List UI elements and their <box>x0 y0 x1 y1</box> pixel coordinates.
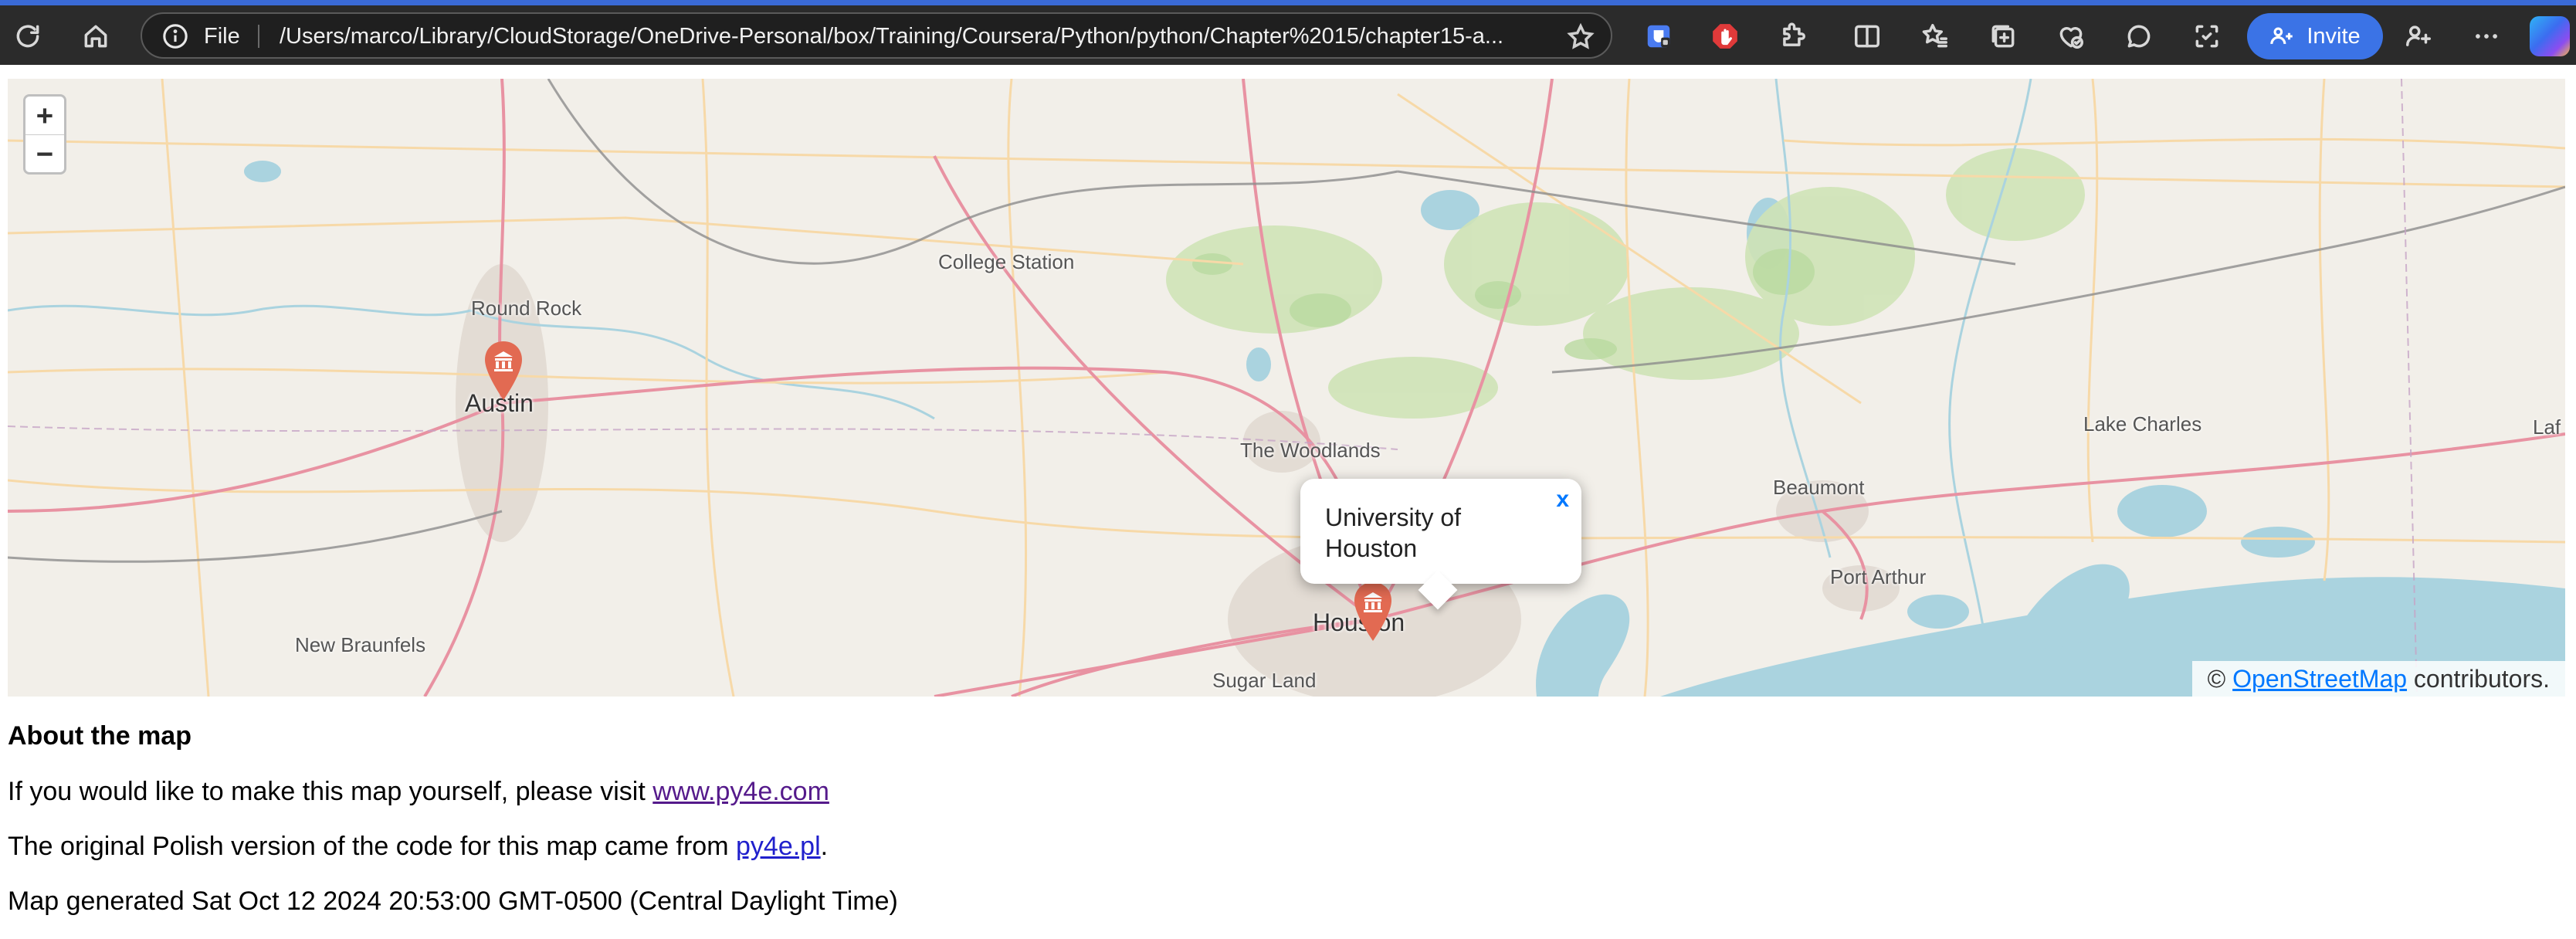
extensions-puzzle-icon[interactable] <box>1771 15 1815 58</box>
collections-icon[interactable] <box>1981 15 2025 58</box>
favorite-star-icon[interactable] <box>1566 22 1595 52</box>
about-line-polish: The original Polish version of the code … <box>8 832 828 862</box>
address-bar[interactable]: File /Users/marco/Library/CloudStorage/O… <box>141 12 1612 59</box>
adblock-extension-icon[interactable] <box>1703 15 1747 58</box>
place-label-laf: Laf <box>2533 415 2561 439</box>
refresh-icon[interactable] <box>6 15 49 58</box>
popup-text: University of Houston <box>1325 503 1462 562</box>
favorites-icon[interactable] <box>1913 15 1957 58</box>
invite-button[interactable]: Invite <box>2247 13 2383 59</box>
map-attribution: © OpenStreetMap contributors. <box>2191 661 2565 697</box>
place-label-the-woodlands: The Woodlands <box>1240 439 1381 462</box>
more-options-icon[interactable] <box>2465 15 2508 58</box>
file-scheme-label: File <box>204 24 240 49</box>
browser-essentials-icon[interactable] <box>2049 15 2093 58</box>
popup-close-button[interactable]: x <box>1556 486 1569 513</box>
py4e-pl-link[interactable]: py4e.pl <box>736 832 821 861</box>
about-line-visit: If you would like to make this map yours… <box>8 777 829 807</box>
screenshot-icon[interactable] <box>2185 15 2229 58</box>
feedback-chat-icon[interactable] <box>2117 15 2161 58</box>
window-accent-strip <box>0 0 2576 5</box>
place-label-beaumont: Beaumont <box>1773 476 1865 499</box>
map-tiles[interactable] <box>8 79 2565 697</box>
home-icon[interactable] <box>74 15 117 58</box>
place-label-lake-charles: Lake Charles <box>2083 412 2202 436</box>
map-generated-text: Map generated Sat Oct 12 2024 20:53:00 G… <box>8 886 898 916</box>
place-label-sugar-land: Sugar Land <box>1212 669 1317 692</box>
marker-popup: University of Houston x <box>1300 479 1581 610</box>
map-view[interactable]: + − College Station Round Rock Austin Th… <box>8 79 2565 697</box>
place-label-new-braunfels: New Braunfels <box>295 633 426 656</box>
password-manager-icon[interactable] <box>1637 15 1680 58</box>
info-icon[interactable] <box>162 23 188 49</box>
place-label-round-rock: Round Rock <box>471 297 582 320</box>
browser-toolbar: File /Users/marco/Library/CloudStorage/O… <box>0 5 2576 65</box>
attribution-suffix: contributors. <box>2413 665 2550 693</box>
split-screen-icon[interactable] <box>1846 15 1889 58</box>
zoom-out-button[interactable]: − <box>25 135 64 173</box>
invite-label: Invite <box>2307 23 2361 49</box>
visit-text: If you would like to make this map yours… <box>8 777 646 806</box>
polish-text: The original Polish version of the code … <box>8 832 729 861</box>
place-label-port-arthur: Port Arthur <box>1830 565 1927 588</box>
copyright-symbol: © <box>2207 665 2226 693</box>
polish-period: . <box>820 832 829 861</box>
about-heading: About the map <box>8 721 192 751</box>
address-separator <box>258 25 259 48</box>
py4e-com-link[interactable]: www.py4e.com <box>652 777 829 806</box>
url-text-container: /Users/marco/Library/CloudStorage/OneDri… <box>280 24 1669 49</box>
zoom-in-button[interactable]: + <box>25 97 64 135</box>
zoom-control: + − <box>23 94 66 175</box>
profile-sync-icon[interactable] <box>2397 15 2440 58</box>
copilot-icon[interactable] <box>2530 16 2570 56</box>
map-marker-university-of-houston[interactable] <box>1351 581 1395 642</box>
place-label-college-station: College Station <box>938 250 1075 273</box>
url-text[interactable]: /Users/marco/Library/CloudStorage/OneDri… <box>280 24 1503 49</box>
map-marker-austin[interactable] <box>482 340 525 402</box>
openstreetmap-link[interactable]: OpenStreetMap <box>2232 665 2407 693</box>
invite-people-icon <box>2270 27 2293 45</box>
